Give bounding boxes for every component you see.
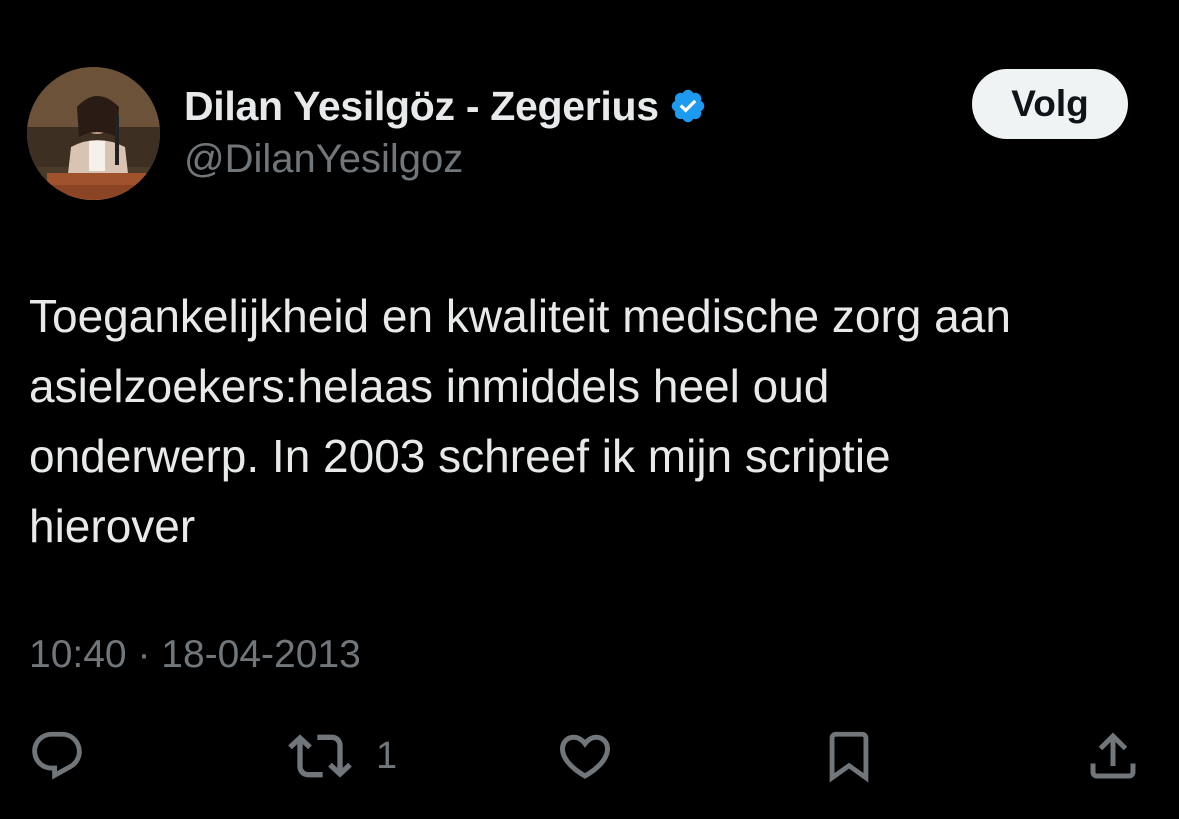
retweet-button[interactable]: 1 bbox=[288, 726, 397, 786]
retweet-icon bbox=[288, 734, 352, 778]
author-name-row[interactable]: Dilan Yesilgöz - Zegerius bbox=[184, 82, 707, 130]
verified-badge-icon[interactable] bbox=[669, 87, 707, 125]
retweet-count: 1 bbox=[376, 734, 398, 777]
share-icon bbox=[1090, 732, 1136, 779]
tweet-timestamp[interactable]: 10:40 · 18-04-2013 bbox=[29, 633, 361, 677]
like-button[interactable] bbox=[555, 726, 615, 786]
profile-photo-avatar bbox=[27, 67, 160, 200]
author-handle[interactable]: @DilanYesilgoz bbox=[184, 137, 463, 182]
timestamp-separator: · bbox=[137, 633, 151, 676]
author-avatar[interactable] bbox=[27, 67, 160, 200]
bookmark-button[interactable] bbox=[820, 726, 878, 786]
tweet-time: 10:40 bbox=[29, 633, 127, 676]
reply-icon bbox=[32, 731, 82, 780]
reply-button[interactable] bbox=[28, 726, 86, 786]
tweet-text: Toegankelijkheid en kwaliteit medische z… bbox=[29, 290, 1011, 552]
bookmark-icon bbox=[829, 731, 869, 783]
tweet-date: 18-04-2013 bbox=[161, 633, 361, 676]
follow-button[interactable]: Volg bbox=[972, 69, 1128, 139]
share-button[interactable] bbox=[1083, 726, 1143, 786]
author-display-name[interactable]: Dilan Yesilgöz - Zegerius bbox=[184, 83, 659, 130]
heart-icon bbox=[559, 734, 611, 779]
